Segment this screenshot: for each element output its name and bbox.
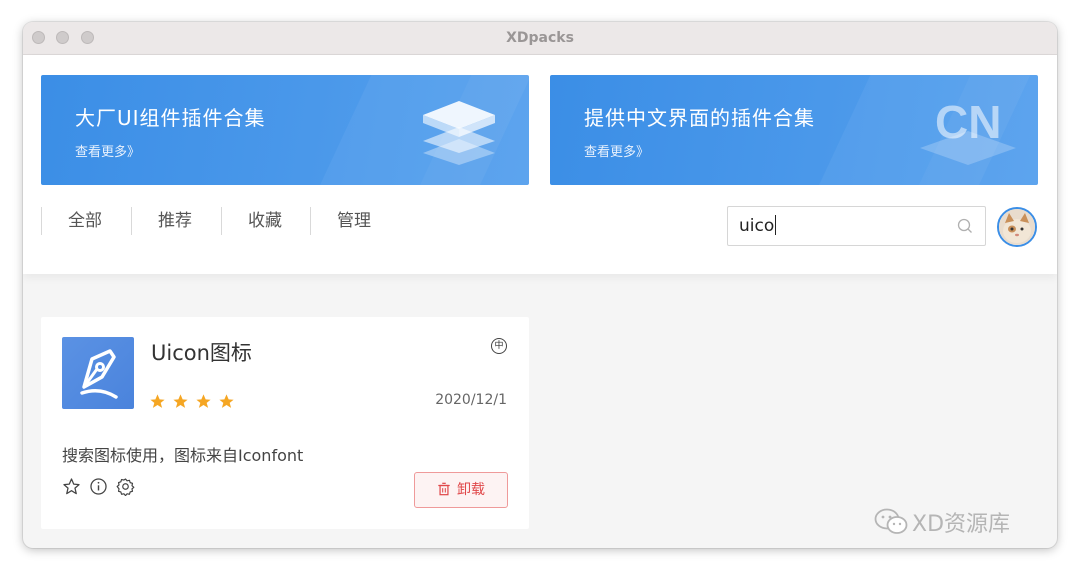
star-icon <box>195 393 212 410</box>
layers-stack-icon <box>423 101 495 165</box>
window-title: XDpacks <box>506 30 574 46</box>
plugin-card: Uicon图标 中 2020/12/1 搜索图标使用，图标来自Iconfont <box>41 317 529 529</box>
search-value: uico <box>739 207 776 245</box>
tab-recommended[interactable]: 推荐 <box>131 207 222 235</box>
header-panel: 大厂UI组件插件合集 查看更多》 提供中文界面的插件合集 查看更多》 CN 全部 <box>23 55 1057 274</box>
search-input[interactable]: uico <box>727 206 986 246</box>
banner-ui-components[interactable]: 大厂UI组件插件合集 查看更多》 <box>41 75 529 185</box>
rating-stars <box>149 393 241 413</box>
cn-badge-text: CN <box>935 96 1002 148</box>
plugin-logo <box>62 337 134 409</box>
settings-gear-icon[interactable] <box>116 477 135 497</box>
tab-all[interactable]: 全部 <box>41 207 132 235</box>
banner-more-link[interactable]: 查看更多》 <box>75 141 140 160</box>
star-icon <box>172 393 189 410</box>
plugin-date: 2020/12/1 <box>435 392 507 408</box>
watermark: XD资源库 <box>874 506 1010 540</box>
uninstall-button[interactable]: 卸载 <box>414 472 508 508</box>
chinese-language-icon: 中 <box>491 338 507 354</box>
wechat-icon <box>874 508 908 534</box>
cat-avatar-icon <box>999 209 1035 245</box>
search-icon[interactable] <box>957 218 973 234</box>
plugin-name: Uicon图标 <box>151 341 252 365</box>
pen-icon <box>80 349 118 399</box>
title-bar: XDpacks <box>23 22 1057 55</box>
info-icon[interactable] <box>89 477 108 496</box>
banner-title: 提供中文界面的插件合集 <box>584 106 815 130</box>
plugin-description: 搜索图标使用，图标来自Iconfont <box>62 446 304 465</box>
banner-title: 大厂UI组件插件合集 <box>75 106 266 130</box>
tab-manage[interactable]: 管理 <box>310 207 401 235</box>
banner-chinese-plugins[interactable]: 提供中文界面的插件合集 查看更多》 CN <box>550 75 1038 185</box>
uninstall-label: 卸载 <box>457 482 485 498</box>
banner-more-link[interactable]: 查看更多》 <box>584 141 649 160</box>
app-window: XDpacks 大厂UI组件插件合集 查看更多》 提供中文界面的插件合集 查看更… <box>23 22 1057 548</box>
tab-favorites[interactable]: 收藏 <box>221 207 312 235</box>
star-icon <box>149 393 166 410</box>
favorite-star-icon[interactable] <box>62 477 81 496</box>
trash-icon <box>438 482 450 496</box>
plugin-actions <box>62 477 143 497</box>
watermark-text: XD资源库 <box>912 512 1011 537</box>
user-avatar[interactable] <box>997 207 1037 247</box>
star-icon <box>218 393 235 410</box>
